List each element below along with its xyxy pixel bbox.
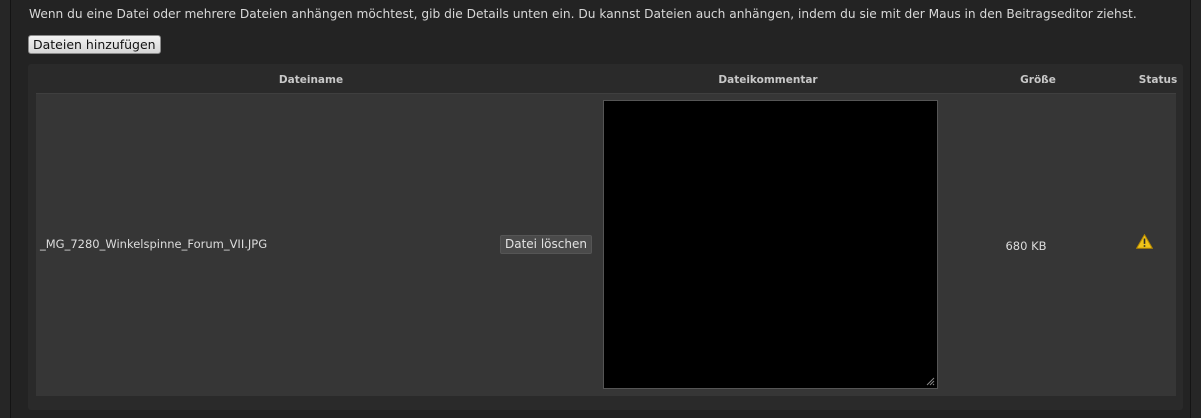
column-header-filename: Dateiname	[278, 74, 344, 86]
column-header-size: Größe	[1020, 74, 1056, 86]
file-size: 680 KB	[1005, 239, 1047, 253]
attachment-panel: Wenn du eine Datei oder mehrere Dateien …	[11, 0, 1190, 418]
table-row: _MG_7280_Winkelspinne_Forum_VII.JPG Date…	[36, 93, 1176, 396]
warning-icon	[1136, 234, 1153, 249]
resize-grip-icon[interactable]	[925, 376, 935, 386]
column-header-status: Status	[1138, 74, 1178, 86]
attachment-filename: _MG_7280_Winkelspinne_Forum_VII.JPG	[40, 237, 268, 251]
left-border	[0, 0, 11, 418]
column-header-comment: Dateikommentar	[718, 74, 818, 86]
attachment-panel-frame: Wenn du eine Datei oder mehrere Dateien …	[0, 0, 1201, 418]
add-files-button[interactable]: Dateien hinzufügen	[28, 35, 161, 54]
file-comment-textarea[interactable]	[603, 100, 938, 389]
delete-file-button[interactable]: Datei löschen	[500, 235, 592, 254]
attachment-instructions: Wenn du eine Datei oder mehrere Dateien …	[29, 7, 1137, 21]
attachment-table: Dateiname Dateikommentar Größe Status _M…	[28, 64, 1183, 410]
right-border	[1190, 0, 1201, 418]
